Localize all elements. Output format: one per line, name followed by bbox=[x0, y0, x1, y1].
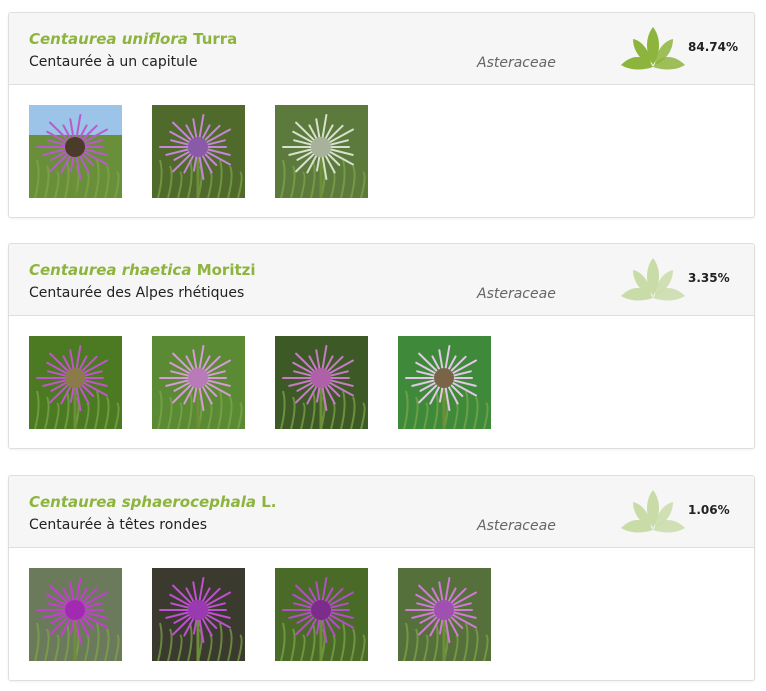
scientific-name[interactable]: Centaurea sphaerocephala L. bbox=[29, 493, 276, 511]
result-card[interactable]: Centaurea rhaetica Moritzi Centaurée des… bbox=[8, 243, 755, 449]
score-leaf-icon bbox=[619, 27, 687, 71]
result-header: Centaurea uniflora Turra Centaurée à un … bbox=[9, 13, 754, 85]
image-gallery bbox=[9, 316, 754, 448]
author: Moritzi bbox=[196, 261, 256, 279]
result-card[interactable]: Centaurea uniflora Turra Centaurée à un … bbox=[8, 12, 755, 218]
flower-photo-2[interactable] bbox=[152, 568, 245, 661]
flower-photo-1[interactable] bbox=[29, 105, 122, 198]
flower-photo-3[interactable] bbox=[275, 336, 368, 429]
family-name: Asteraceae bbox=[477, 518, 556, 534]
result-header: Centaurea sphaerocephala L. Centaurée à … bbox=[9, 476, 754, 548]
flower-photo-3[interactable] bbox=[275, 568, 368, 661]
flower-photo-1[interactable] bbox=[29, 336, 122, 429]
scientific-name[interactable]: Centaurea rhaetica Moritzi bbox=[29, 261, 256, 279]
genus-species: Centaurea uniflora bbox=[29, 30, 188, 48]
genus-species: Centaurea sphaerocephala bbox=[29, 493, 256, 511]
family-name: Asteraceae bbox=[477, 286, 556, 302]
scientific-name[interactable]: Centaurea uniflora Turra bbox=[29, 30, 237, 48]
image-gallery bbox=[9, 548, 754, 680]
genus-species: Centaurea rhaetica bbox=[29, 261, 192, 279]
score-leaf-icon bbox=[619, 258, 687, 302]
author: Turra bbox=[193, 30, 238, 48]
result-card[interactable]: Centaurea sphaerocephala L. Centaurée à … bbox=[8, 475, 755, 681]
score-value: 84.74% bbox=[688, 40, 738, 54]
flower-photo-3[interactable] bbox=[275, 105, 368, 198]
flower-photo-4[interactable] bbox=[398, 568, 491, 661]
flower-photo-1[interactable] bbox=[29, 568, 122, 661]
family-name: Asteraceae bbox=[477, 55, 556, 71]
image-gallery bbox=[9, 85, 754, 217]
author: L. bbox=[261, 493, 277, 511]
common-name: Centaurée des Alpes rhétiques bbox=[29, 285, 245, 301]
score-value: 3.35% bbox=[688, 271, 730, 285]
flower-photo-2[interactable] bbox=[152, 105, 245, 198]
common-name: Centaurée à un capitule bbox=[29, 54, 198, 70]
flower-photo-2[interactable] bbox=[152, 336, 245, 429]
result-header: Centaurea rhaetica Moritzi Centaurée des… bbox=[9, 244, 754, 316]
common-name: Centaurée à têtes rondes bbox=[29, 517, 207, 533]
score-value: 1.06% bbox=[688, 503, 730, 517]
score-leaf-icon bbox=[619, 490, 687, 534]
flower-photo-4[interactable] bbox=[398, 336, 491, 429]
